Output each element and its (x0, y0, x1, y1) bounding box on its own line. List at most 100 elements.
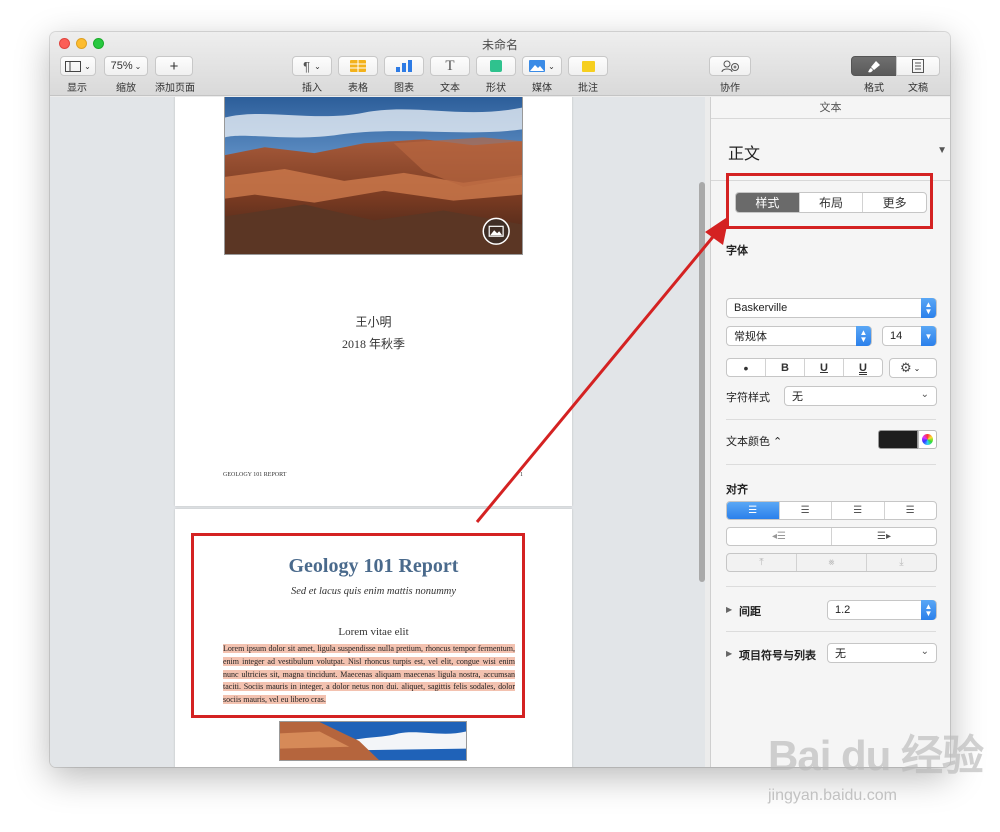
text-color-label: 文本颜色 ⌃ (726, 436, 783, 448)
justify-icon: ☰ (905, 505, 915, 516)
comment-button[interactable] (568, 56, 608, 76)
double-underline-button[interactable]: U (844, 359, 882, 376)
document-button[interactable] (896, 56, 940, 76)
comment-label: 批注 (578, 83, 598, 94)
font-family-popup[interactable]: Baskerville ▲ ▼ (726, 298, 937, 318)
align-middle-button[interactable]: ⨳ (797, 554, 867, 571)
chevron-down-icon: ⌄ (913, 363, 921, 373)
sidebar-layout-icon (65, 60, 82, 72)
shape-icon (490, 60, 502, 72)
chevron-down-icon: ▼ (921, 326, 936, 346)
table-button[interactable] (338, 56, 378, 76)
media-label: 媒体 (532, 83, 552, 94)
bullets-lists-popup[interactable]: 无 ⌄ (827, 643, 937, 663)
add-page-label: 添加页面 (155, 83, 195, 94)
zoom-value: 75% (110, 60, 133, 72)
line-spacing-value: 1.2 (835, 604, 851, 616)
divider (726, 464, 936, 465)
insert-button[interactable]: ¶ ⌄ (292, 56, 332, 76)
bold-button[interactable]: B (766, 359, 805, 376)
align-center-button[interactable]: ☰ (780, 502, 832, 519)
table-label: 表格 (348, 83, 368, 94)
document-icon (912, 59, 924, 73)
line-spacing-popup[interactable]: 1.2 ▲ ▼ (827, 600, 937, 620)
increase-indent-icon: ☰▸ (877, 531, 891, 542)
bullets-lists-label[interactable]: 项目符号与列表 (739, 647, 816, 663)
chevron-down-icon: ⌄ (920, 646, 929, 657)
disclosure-triangle-icon[interactable]: ▶ (726, 649, 732, 658)
zoom-popup[interactable]: 75% ⌄ (104, 56, 148, 76)
chart-label: 图表 (394, 83, 414, 94)
media-button[interactable]: ⌄ (522, 56, 562, 76)
color-wheel-button[interactable] (918, 430, 937, 449)
chevron-down-icon: ⌄ (134, 61, 142, 71)
alignment-buttons: ☰ ☰ ☰ ☰ (726, 501, 937, 520)
body-paragraph[interactable]: Lorem ipsum dolor sit amet, ligula suspe… (223, 643, 515, 707)
font-weight-popup[interactable]: 常规体 ▲ ▼ (726, 326, 872, 346)
collaborate-label: 协作 (720, 83, 740, 94)
color-wheel-icon (922, 434, 933, 445)
bullet-button[interactable]: • (727, 359, 766, 376)
baidu-watermark-logo: Bai du 经验 (768, 732, 984, 779)
paragraph-style-popup[interactable]: 正文 ▼ (711, 119, 950, 181)
align-right-button[interactable]: ☰ (832, 502, 885, 519)
chart-button[interactable] (384, 56, 424, 76)
align-top-icon: ⤒ (759, 557, 764, 568)
photo-icon (529, 60, 546, 72)
paragraph-style-name: 正文 (728, 146, 761, 163)
view-menu-button[interactable]: ⌄ (60, 56, 96, 76)
text-box-button[interactable]: T (430, 56, 470, 76)
align-top-button[interactable]: ⤒ (727, 554, 797, 571)
text-color-well[interactable] (878, 430, 918, 449)
spacing-label[interactable]: 间距 (739, 603, 761, 619)
term-text[interactable]: 2018 年秋季 (175, 335, 572, 352)
chevron-down-icon: ⌄ (314, 61, 321, 71)
decrease-indent-button[interactable]: ◂☰ (727, 528, 832, 545)
disclosure-triangle-icon[interactable]: ▶ (726, 605, 732, 614)
section-heading[interactable]: Lorem vitae elit (175, 626, 572, 638)
underline-button[interactable]: U (805, 359, 844, 376)
document-canvas[interactable]: 王小明 2018 年秋季 GEOLOGY 101 REPORT 1 Geolog… (50, 97, 705, 767)
align-bottom-icon: ⤓ (899, 557, 904, 568)
align-left-icon: ☰ (748, 505, 758, 516)
canyon-photo[interactable] (224, 97, 523, 255)
font-weight-value: 常规体 (734, 331, 767, 343)
align-bottom-button[interactable]: ⤓ (867, 554, 936, 571)
page-2[interactable]: Geology 101 Report Sed et lacus quis eni… (175, 509, 572, 767)
author-name[interactable]: 王小明 (175, 313, 572, 330)
paragraph-icon: ¶ (303, 58, 311, 74)
divider (726, 631, 936, 632)
divider (726, 586, 936, 587)
tab-style[interactable]: 样式 (736, 193, 800, 212)
char-style-label: 字符样式 (726, 392, 770, 404)
tab-layout[interactable]: 布局 (800, 193, 864, 212)
tab-more[interactable]: 更多 (863, 193, 926, 212)
add-page-button[interactable]: + (155, 56, 193, 76)
updown-arrows-icon: ▲ ▼ (856, 326, 871, 346)
font-size-field[interactable]: 14 ▼ (882, 326, 937, 346)
justify-button[interactable]: ☰ (885, 502, 937, 519)
add-person-icon (721, 60, 739, 72)
plus-icon: + (169, 57, 179, 75)
format-button[interactable] (851, 56, 897, 76)
shape-button[interactable] (476, 56, 516, 76)
report-subtitle[interactable]: Sed et lacus quis enim mattis nonummy (175, 586, 572, 597)
page-1[interactable]: 王小明 2018 年秋季 GEOLOGY 101 REPORT 1 (175, 97, 572, 506)
bar-chart-icon (396, 60, 412, 72)
font-family-value: Baskerville (734, 302, 788, 314)
report-title[interactable]: Geology 101 Report (175, 555, 572, 578)
format-label: 格式 (864, 83, 884, 94)
page-number: 1 (520, 472, 523, 478)
shape-label: 形状 (486, 83, 506, 94)
divider (726, 419, 936, 420)
selected-text[interactable]: Lorem ipsum dolor sit amet, ligula suspe… (223, 644, 515, 705)
increase-indent-button[interactable]: ☰▸ (832, 528, 936, 545)
text-options-popup[interactable]: ⚙ ⌄ (889, 358, 937, 378)
collaborate-button[interactable] (709, 56, 751, 76)
page-footer-title[interactable]: GEOLOGY 101 REPORT (223, 472, 286, 478)
vertical-scrollbar-thumb[interactable] (699, 182, 705, 582)
char-style-popup[interactable]: 无 ⌄ (784, 386, 937, 406)
canyon-thumbnail[interactable] (279, 721, 467, 761)
align-left-button[interactable]: ☰ (727, 502, 780, 519)
chevron-down-icon: ⌄ (84, 61, 91, 71)
